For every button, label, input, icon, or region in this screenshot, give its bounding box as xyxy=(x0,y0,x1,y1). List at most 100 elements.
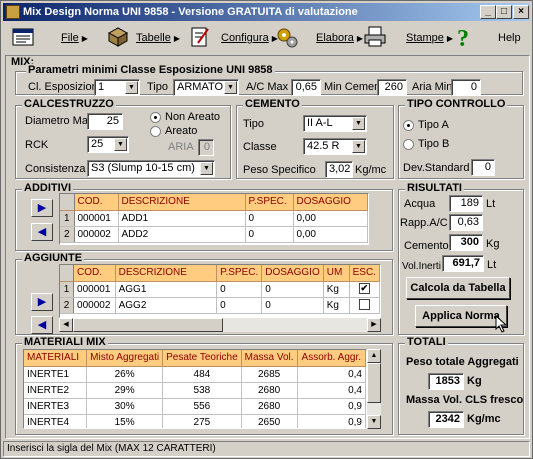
table-row[interactable]: 1 000001 ADD1 0 0,00 xyxy=(60,210,368,227)
aggiunte-cell-dosaggio[interactable]: 0 xyxy=(261,297,324,314)
additivi-cell-dosaggio[interactable]: 0,00 xyxy=(293,226,368,243)
tipo-select[interactable]: ARMATO ▼ xyxy=(173,79,239,96)
peso-totale-field[interactable]: 1853 xyxy=(428,373,464,390)
tipo-a-radio[interactable] xyxy=(403,120,414,131)
materiali-cell-assorb[interactable]: 0,4 xyxy=(297,382,366,399)
materiali-cell-name[interactable]: INERTE4 xyxy=(24,414,88,428)
scroll-down-icon[interactable]: ▼ xyxy=(367,415,381,429)
process-icon[interactable] xyxy=(275,25,299,49)
cl-esposizione-select[interactable]: 1 ▼ xyxy=(94,79,140,96)
aggiunte-cell-um[interactable]: Kg xyxy=(323,281,350,298)
materiali-cell-misto[interactable]: 30% xyxy=(86,398,164,415)
additivi-cell-desc[interactable]: ADD2 xyxy=(118,226,246,243)
consistenza-select[interactable]: S3 (Slump 10-15 cm) ▼ xyxy=(87,160,215,177)
configure-icon[interactable] xyxy=(188,25,212,49)
materiali-vertical-scrollbar[interactable]: ▲ ▼ xyxy=(367,349,381,429)
aggiunte-cell-cod[interactable]: 000001 xyxy=(73,281,116,298)
menu-elabora[interactable]: Elabora ▶ xyxy=(316,27,363,49)
tipo-b-radio[interactable] xyxy=(403,139,414,150)
materiali-cell-assorb[interactable]: 0,9 xyxy=(297,398,366,415)
materiali-cell-massa[interactable]: 2680 xyxy=(241,382,298,399)
rck-select[interactable]: 25 ▼ xyxy=(87,136,129,153)
aggiunte-cell-desc[interactable]: AGG2 xyxy=(115,297,218,314)
table-row[interactable]: INERTE1 26% 484 2685 0,4 xyxy=(24,366,366,383)
materiali-cell-name[interactable]: INERTE3 xyxy=(24,398,88,415)
peso-specifico-field[interactable]: 3,02 xyxy=(325,161,353,178)
materiali-cell-name[interactable]: INERTE1 xyxy=(24,366,88,383)
materiali-cell-massa[interactable]: 2650 xyxy=(241,414,298,428)
materiali-cell-pesate[interactable]: 275 xyxy=(162,414,242,428)
min-cemento-field[interactable]: 260 xyxy=(377,79,407,96)
additivi-cell-pspec[interactable]: 0 xyxy=(245,226,294,243)
additivi-cell-cod[interactable]: 000002 xyxy=(74,226,119,243)
scroll-up-icon[interactable]: ▲ xyxy=(367,349,381,363)
additivi-prev-button[interactable]: ◀ xyxy=(31,223,53,241)
scroll-thumb[interactable] xyxy=(73,318,223,332)
materiali-cell-assorb[interactable]: 0,9 xyxy=(297,414,366,428)
printer-icon[interactable] xyxy=(363,25,387,49)
applica-norma-button[interactable]: Applica Norma xyxy=(415,305,507,327)
tables-icon[interactable] xyxy=(106,25,130,49)
rapp-ac-field[interactable]: 0,63 xyxy=(449,214,483,231)
ac-max-field[interactable]: 0,65 xyxy=(291,79,321,96)
additivi-cell-pspec[interactable]: 0 xyxy=(245,210,294,227)
diametro-field[interactable]: 25 xyxy=(87,113,123,130)
table-row[interactable]: 1 000001 AGG1 0 0 Kg ✔ xyxy=(60,281,380,298)
aggiunte-prev-button[interactable]: ◀ xyxy=(31,316,53,334)
non-areato-radio[interactable] xyxy=(150,112,161,123)
table-row[interactable]: 2 000002 ADD2 0 0,00 xyxy=(60,226,368,243)
materiali-cell-pesate[interactable]: 538 xyxy=(162,382,242,399)
minimize-button[interactable]: _ xyxy=(480,5,496,19)
materiali-cell-assorb[interactable]: 0,4 xyxy=(297,366,366,383)
menu-configura[interactable]: Configura ▶ xyxy=(221,27,278,49)
acqua-field[interactable]: 189 xyxy=(449,195,483,212)
cemento-result-field[interactable]: 300 xyxy=(449,234,483,251)
menu-file[interactable]: File ▶ xyxy=(61,27,88,49)
materiali-cell-name[interactable]: INERTE2 xyxy=(24,382,88,399)
maximize-button[interactable]: □ xyxy=(496,5,512,19)
additivi-cell-desc[interactable]: ADD1 xyxy=(118,210,246,227)
aggiunte-cell-pspec[interactable]: 0 xyxy=(216,297,263,314)
calcola-da-tabella-button[interactable]: Calcola da Tabella xyxy=(406,277,510,299)
table-row[interactable]: INERTE3 30% 556 2680 0,9 xyxy=(24,398,366,415)
materiali-cell-massa[interactable]: 2680 xyxy=(241,398,298,415)
materiali-cell-massa[interactable]: 2685 xyxy=(241,366,298,383)
file-icon[interactable] xyxy=(11,25,35,49)
menu-tabelle[interactable]: Tabelle ▶ xyxy=(136,27,180,49)
aggiunte-cell-desc[interactable]: AGG1 xyxy=(115,281,218,298)
aggiunte-cell-cod[interactable]: 000002 xyxy=(73,297,116,314)
massa-vol-field[interactable]: 2342 xyxy=(428,411,464,428)
materiali-cell-pesate[interactable]: 556 xyxy=(162,398,242,415)
aggiunte-cell-um[interactable]: Kg xyxy=(323,297,350,314)
aggiunte-cell-dosaggio[interactable]: 0 xyxy=(261,281,324,298)
close-button[interactable]: × xyxy=(513,5,529,19)
table-row[interactable]: 2 000002 AGG2 0 0 Kg xyxy=(60,297,380,314)
aggiunte-cell-pspec[interactable]: 0 xyxy=(216,281,263,298)
esc-checkbox[interactable]: ✔ xyxy=(358,283,370,295)
table-row[interactable]: INERTE4 15% 275 2650 0,9 xyxy=(24,414,366,428)
scroll-left-icon[interactable]: ◀ xyxy=(59,318,73,332)
materiali-cell-pesate[interactable]: 484 xyxy=(162,366,242,383)
areato-radio[interactable] xyxy=(150,126,161,137)
menu-stampe[interactable]: Stampe ▶ xyxy=(406,27,453,49)
vol-inerti-field[interactable]: 691,7 xyxy=(442,255,484,272)
esc-checkbox[interactable] xyxy=(358,299,370,311)
aria-min-field[interactable]: 0 xyxy=(451,79,481,96)
menu-help[interactable]: Help xyxy=(498,27,521,49)
help-icon[interactable]: ? xyxy=(451,25,475,49)
scroll-thumb[interactable] xyxy=(367,363,381,403)
materiali-cell-misto[interactable]: 29% xyxy=(86,382,164,399)
aggiunte-horizontal-scrollbar[interactable]: ◀ ▶ xyxy=(59,318,381,332)
additivi-next-button[interactable]: ▶ xyxy=(31,199,53,217)
materiali-cell-misto[interactable]: 15% xyxy=(86,414,164,428)
additivi-cell-cod[interactable]: 000001 xyxy=(74,210,119,227)
scroll-right-icon[interactable]: ▶ xyxy=(367,318,381,332)
aggiunte-next-button[interactable]: ▶ xyxy=(31,293,53,311)
table-row[interactable]: INERTE2 29% 538 2680 0,4 xyxy=(24,382,366,399)
cemento-classe-select[interactable]: 42.5 R ▼ xyxy=(303,138,367,155)
dev-standard-field[interactable]: 0 xyxy=(471,159,495,176)
aria-field[interactable]: 0 xyxy=(198,139,214,156)
additivi-cell-dosaggio[interactable]: 0,00 xyxy=(293,210,368,227)
materiali-cell-misto[interactable]: 26% xyxy=(86,366,164,383)
cemento-tipo-select[interactable]: II A-L ▼ xyxy=(303,115,367,132)
